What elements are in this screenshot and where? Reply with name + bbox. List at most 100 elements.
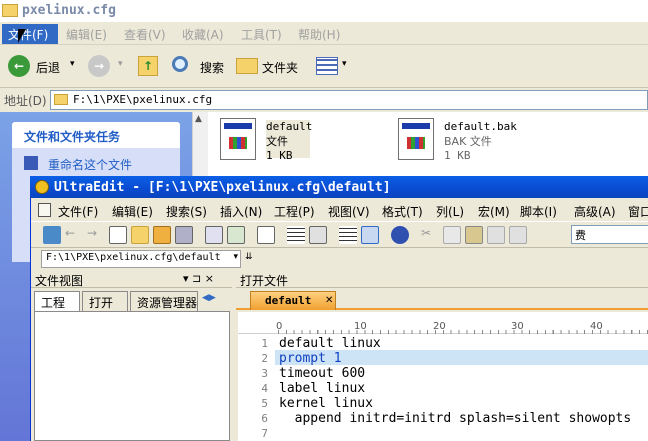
ue-menu-column[interactable]: 列(L) [436, 203, 464, 220]
address-input[interactable]: F:\1\PXE\pxelinux.cfg [50, 90, 648, 110]
open-file-icon[interactable] [131, 226, 149, 244]
address-label: 地址(D) [4, 94, 47, 108]
menu-file[interactable]: 文件(F) [2, 24, 58, 44]
open-files-title: 打开文件 [240, 274, 289, 288]
ue-menu-advanced[interactable]: 高级(A) [574, 203, 616, 220]
line-number: 1 [261, 337, 268, 350]
ue-menu-view[interactable]: 视图(V) [328, 203, 370, 220]
folders-icon[interactable] [236, 58, 258, 74]
toolbar-combo[interactable]: 费 ▾ [571, 225, 648, 244]
ue-menu-macro[interactable]: 宏(M) [478, 203, 510, 220]
code-line: label linux [279, 381, 366, 396]
back-button-label[interactable]: 后退 [36, 59, 60, 76]
file-view-header: 文件视图 ▾ ⊐ × [31, 270, 232, 288]
task-header-title: 文件和文件夹任务 [24, 130, 121, 144]
ue-menu-search[interactable]: 搜索(S) [166, 203, 207, 220]
ruler-ticks [278, 330, 648, 334]
ue-menu-window[interactable]: 窗口 [628, 203, 648, 220]
ue-menu-edit[interactable]: 编辑(E) [112, 203, 153, 220]
save-icon[interactable] [175, 226, 193, 244]
close-icon[interactable]: ✕ [325, 295, 333, 306]
folders-button-label[interactable]: 文件夹 [262, 59, 298, 76]
explorer-titlebar: pxelinux.cfg [0, 0, 648, 22]
hex-mode-icon[interactable] [309, 226, 327, 244]
folder-icon [2, 4, 18, 17]
open-folder-icon[interactable] [153, 226, 171, 244]
ue-menu-format[interactable]: 格式(T) [382, 203, 423, 220]
line-number-gutter: 1 2 3 4 5 6 7 [238, 335, 273, 441]
task-header[interactable]: 文件和文件夹任务 [12, 122, 180, 148]
file-view-title: 文件视图 [35, 274, 84, 288]
chevron-double-down-icon[interactable]: ⇊ [245, 252, 253, 262]
forward-icon[interactable]: → [87, 226, 105, 244]
file-size: 1 KB [266, 149, 293, 162]
browser-icon[interactable] [391, 226, 409, 244]
toolbar-combo-value: 费 [575, 229, 586, 242]
ue-menu-project[interactable]: 工程(P) [274, 203, 315, 220]
views-dropdown-icon[interactable]: ▾ [342, 59, 347, 69]
path-combo[interactable]: F:\1\PXE\pxelinux.cfg\default ▾ [41, 250, 241, 268]
tab-project[interactable]: 工程 [34, 291, 80, 311]
tab-open[interactable]: 打开 [82, 291, 128, 311]
file-name: default.bak [444, 120, 517, 133]
task-rename-link[interactable]: 重命名这个文件 [48, 156, 132, 173]
file-icon[interactable] [220, 118, 256, 160]
menu-favorites[interactable]: 收藏(A) [182, 26, 224, 43]
code-line: prompt 1 [279, 351, 342, 366]
scroll-up-icon[interactable]: ▲ [195, 114, 202, 124]
ultraedit-pathbar: F:\1\PXE\pxelinux.cfg\default ▾ ⇊ [31, 248, 648, 270]
line-number: 5 [261, 397, 268, 410]
back-dropdown-icon[interactable]: ▾ [70, 59, 75, 69]
line-number: 3 [261, 367, 268, 380]
cut-icon[interactable]: ✂ [421, 226, 439, 244]
path-value: F:\1\PXE\pxelinux.cfg\default [46, 252, 221, 263]
ue-menu-file[interactable]: 文件(F) [58, 203, 98, 220]
column-mode-icon[interactable] [361, 226, 379, 244]
properties-icon[interactable] [257, 226, 275, 244]
ultraedit-titlebar: UltraEdit - [F:\1\PXE\pxelinux.cfg\defau… [30, 176, 648, 198]
file-size: 1 KB [444, 149, 471, 162]
up-folder-icon[interactable]: ↑ [138, 56, 158, 76]
file-item-default-bak[interactable]: default.bak BAK 文件 1 KB [444, 120, 534, 162]
back-icon[interactable]: ← [65, 226, 83, 244]
clipboard-icon[interactable] [487, 226, 505, 244]
new-file-icon[interactable] [109, 226, 127, 244]
word-wrap-icon[interactable] [287, 226, 305, 244]
file-item-default[interactable]: default 文件 1 KB [266, 120, 312, 162]
ue-menu-script[interactable]: 脚本(I) [520, 203, 557, 220]
pane-controls-icon[interactable]: ▾ ⊐ × [183, 272, 214, 285]
ultraedit-title: UltraEdit - [F:\1\PXE\pxelinux.cfg\defau… [54, 180, 391, 195]
chevron-down-icon[interactable]: ▾ [233, 252, 238, 262]
search-button-label[interactable]: 搜索 [200, 59, 224, 76]
views-icon[interactable] [316, 57, 338, 75]
code-line: default linux [279, 336, 381, 351]
print-preview-icon[interactable] [205, 226, 223, 244]
doc-tab-default[interactable]: default ✕ [250, 291, 336, 310]
mouse-cursor-icon [18, 29, 26, 43]
menu-view[interactable]: 查看(V) [124, 26, 166, 43]
menu-edit[interactable]: 编辑(E) [66, 26, 107, 43]
code-line: append initrd=initrd splash=silent showo… [279, 411, 632, 426]
address-bar: 地址(D) F:\1\PXE\pxelinux.cfg [0, 88, 648, 112]
paste-icon[interactable] [465, 226, 483, 244]
back-arrow-icon[interactable]: ← [8, 55, 30, 77]
open-project-icon[interactable] [43, 226, 61, 244]
line-number: 2 [261, 352, 268, 365]
menu-tools[interactable]: 工具(T) [241, 26, 282, 43]
doc-tab-label: default [265, 294, 312, 307]
ue-menu-insert[interactable]: 插入(N) [220, 203, 262, 220]
search-icon[interactable] [172, 56, 188, 72]
menu-help[interactable]: 帮助(H) [298, 26, 340, 43]
line-numbers-icon[interactable] [339, 226, 357, 244]
copy-icon[interactable] [443, 226, 461, 244]
file-view-list[interactable] [34, 311, 230, 441]
tab-explorer[interactable]: 资源管理器 [130, 291, 198, 311]
forward-dropdown-icon[interactable]: ▾ [118, 59, 123, 69]
file-icon[interactable] [398, 118, 434, 160]
file-type: BAK 文件 [444, 135, 492, 148]
forward-arrow-icon[interactable]: → [88, 55, 110, 77]
spell-check-icon[interactable] [227, 226, 245, 244]
tab-scroll-icon[interactable]: ◀▶ [202, 293, 216, 303]
select-all-icon[interactable] [509, 226, 527, 244]
rename-icon [24, 156, 38, 170]
